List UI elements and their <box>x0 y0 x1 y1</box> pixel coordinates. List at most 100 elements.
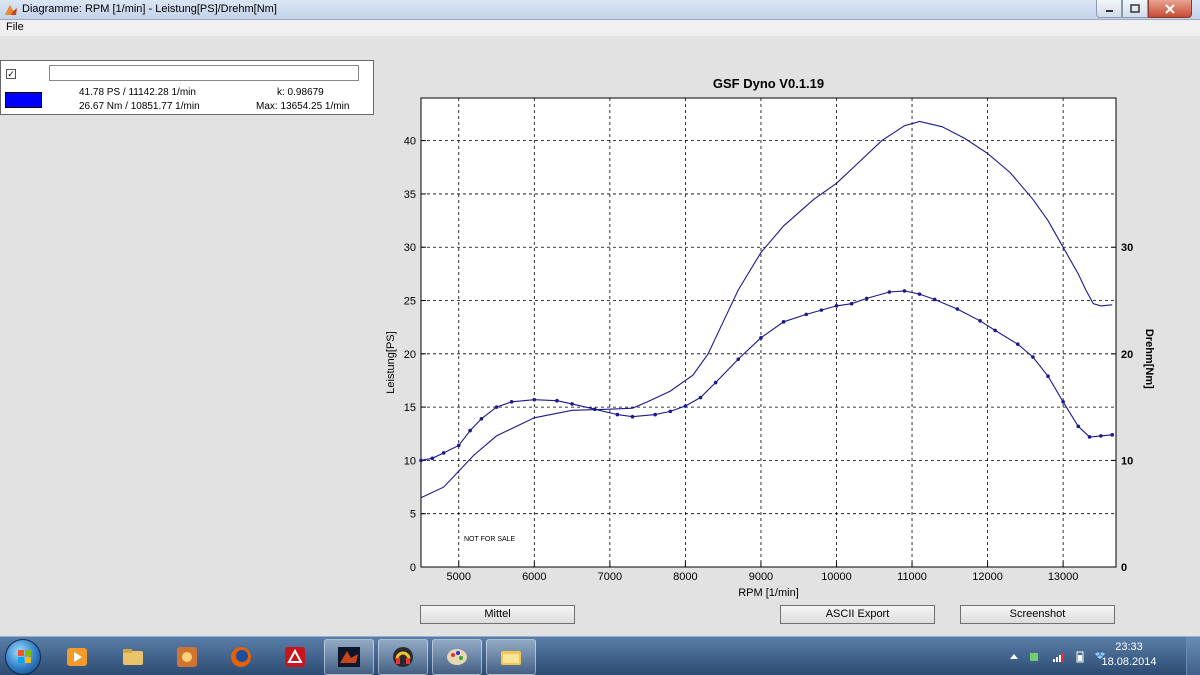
torque-point <box>668 409 673 414</box>
show-hidden-icons-icon[interactable] <box>1008 651 1020 663</box>
show-desktop-button[interactable] <box>1186 637 1200 675</box>
torque-point <box>834 304 839 308</box>
taskbar-audio-app[interactable] <box>378 639 428 675</box>
y-tick-label: 15 <box>404 402 416 414</box>
series-color-swatch[interactable] <box>5 92 42 108</box>
maximize-button[interactable] <box>1122 0 1148 18</box>
torque-point <box>1061 399 1065 404</box>
minimize-button[interactable] <box>1096 0 1122 18</box>
torque-point <box>932 297 937 302</box>
torque-point <box>736 357 741 361</box>
y-tick-label: 20 <box>404 349 416 361</box>
taskbar-control-panel[interactable] <box>162 639 212 675</box>
menu-bar: File <box>0 20 1200 36</box>
maximize-icon <box>1130 4 1140 13</box>
file-explorer-icon <box>501 651 521 665</box>
dyno-chart[interactable]: GSF Dyno V0.1.19 5000 6000 7000 8000 9000 100… <box>380 70 1160 600</box>
clock-date[interactable]: 18.08.2014 <box>1094 656 1164 668</box>
matlab-taskbar-icon <box>338 647 360 667</box>
torque-point <box>978 318 982 323</box>
torque-point <box>1031 355 1035 359</box>
control-panel-icon <box>177 647 197 667</box>
y-tick-label: 25 <box>404 296 416 308</box>
x-tick-label: 8000 <box>673 571 697 583</box>
torque-point <box>849 301 854 306</box>
torque-point <box>917 292 922 296</box>
torque-point <box>555 398 559 403</box>
torque-point <box>653 412 657 417</box>
folder-icon <box>123 649 143 665</box>
torque-point <box>430 456 435 461</box>
x-tick-label: 9000 <box>749 571 773 583</box>
torque-point <box>759 336 763 340</box>
taskbar-firefox[interactable] <box>216 639 266 675</box>
taskbar: 23:33 18.08.2014 <box>0 636 1200 675</box>
torque-point <box>1087 435 1092 439</box>
window-title-bar[interactable]: Diagramme: RPM [1/min] - Leistung[PS]/Dr… <box>0 0 1200 20</box>
torque-point <box>592 407 597 412</box>
x-tick-label: 7000 <box>598 571 622 583</box>
torque-peak-text: 26.67 Nm / 10851.77 1/min <box>79 101 200 112</box>
media-player-icon <box>67 648 87 666</box>
x-tick-label: 6000 <box>522 571 546 583</box>
taskbar-matlab[interactable] <box>324 639 374 675</box>
y-tick-label: 30 <box>404 242 416 254</box>
start-button[interactable] <box>5 639 41 675</box>
taskbar-media-player[interactable] <box>52 639 102 675</box>
torque-point <box>781 320 786 324</box>
action-center-icon[interactable] <box>1028 651 1040 663</box>
torque-point <box>615 412 620 417</box>
taskbar-pdf-reader[interactable] <box>270 639 320 675</box>
y-tick-label: 35 <box>404 189 416 201</box>
legend-panel: ✓ 41.78 PS / 11142.28 1/min 26.67 Nm / 1… <box>0 60 374 115</box>
x-axis-label: RPM [1/min] <box>738 587 799 599</box>
battery-icon[interactable] <box>1074 651 1086 663</box>
menu-file[interactable]: File <box>6 21 24 33</box>
y-axis-label-left: Leistung[PS] <box>385 331 397 393</box>
paint-palette-icon <box>447 649 467 665</box>
y-right-tick-label: 20 <box>1121 349 1133 361</box>
torque-point <box>570 402 574 406</box>
max-rpm-text: Max: 13654.25 1/min <box>256 101 350 112</box>
network-signal-icon[interactable] <box>1052 651 1064 663</box>
x-tick-label: 5000 <box>447 571 471 583</box>
system-tray: 23:33 18.08.2014 <box>1000 637 1200 675</box>
taskbar-folder[interactable] <box>108 639 158 675</box>
series-name-field[interactable] <box>49 65 359 81</box>
y-axis-label-right: Drehm[Nm] <box>1143 329 1155 389</box>
taskbar-explorer[interactable] <box>486 639 536 675</box>
y-right-tick-label: 30 <box>1121 242 1133 254</box>
clock-time[interactable]: 23:33 <box>1094 641 1164 653</box>
y-tick-label: 10 <box>404 455 416 467</box>
y-tick-label: 40 <box>404 136 416 148</box>
torque-point <box>1110 433 1115 437</box>
torque-point <box>819 308 824 312</box>
torque-point <box>864 296 869 301</box>
minimize-icon <box>1105 10 1113 12</box>
ascii-export-button[interactable]: ASCII Export <box>780 605 935 624</box>
taskbar-paint[interactable] <box>432 639 482 675</box>
torque-point <box>804 312 809 317</box>
torque-point <box>1099 434 1103 438</box>
torque-point <box>683 404 688 408</box>
mittel-button[interactable]: Mittel <box>420 605 575 624</box>
close-button[interactable] <box>1148 0 1192 18</box>
matlab-app-icon <box>5 5 17 15</box>
y-tick-label: 5 <box>410 509 416 521</box>
torque-point <box>509 399 514 404</box>
window-title: Diagramme: RPM [1/min] - Leistung[PS]/Dr… <box>22 3 277 15</box>
y-right-tick-label: 0 <box>1121 562 1127 574</box>
torque-point <box>479 417 484 421</box>
torque-point <box>955 307 960 311</box>
torque-point <box>441 451 446 455</box>
screenshot-button[interactable]: Screenshot <box>960 605 1115 624</box>
x-tick-label: 13000 <box>1048 571 1079 583</box>
pdf-icon <box>285 647 305 667</box>
torque-point <box>494 405 499 409</box>
torque-point <box>1076 424 1081 429</box>
firefox-icon <box>231 647 251 667</box>
watermark-text: NOT FOR SALE <box>464 536 516 543</box>
y-tick-label: 0 <box>410 562 416 574</box>
headphones-icon <box>393 647 413 667</box>
series-visibility-checkbox[interactable]: ✓ <box>6 69 16 79</box>
